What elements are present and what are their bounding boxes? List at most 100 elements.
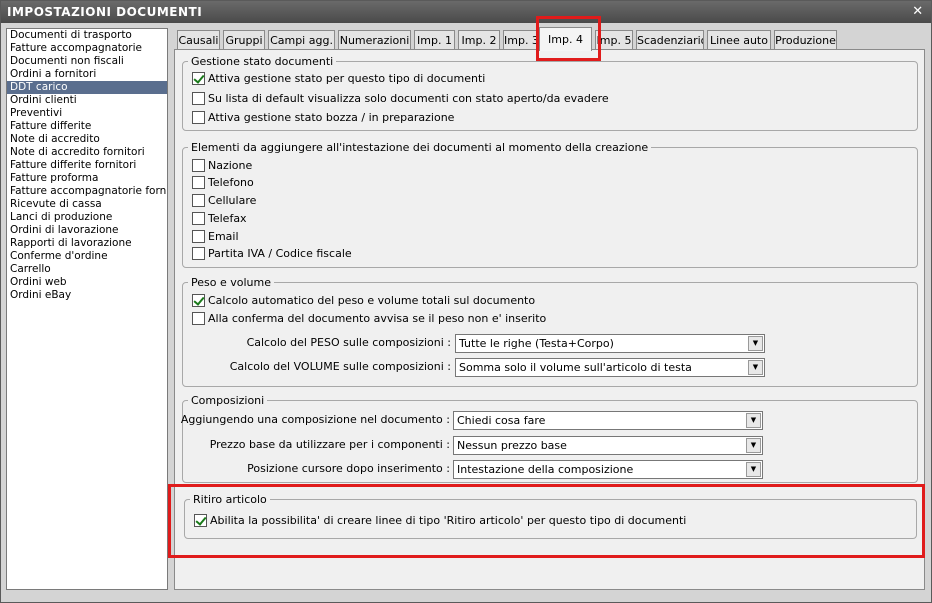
select-value: Chiedi cosa fare: [457, 414, 546, 427]
chevron-down-icon[interactable]: ▼: [746, 413, 761, 428]
checkbox-label: Su lista di default visualizza solo docu…: [208, 92, 609, 105]
tab-linee-auto[interactable]: Linee auto: [707, 30, 771, 50]
checkbox-attiva-gestione-stato[interactable]: Attiva gestione stato per questo tipo di…: [192, 72, 485, 86]
group-title: Peso e volume: [188, 276, 274, 289]
checkbox[interactable]: [192, 247, 205, 260]
doc-list-item[interactable]: Ordini clienti: [7, 94, 167, 107]
tab-causali[interactable]: Causali: [177, 30, 220, 50]
aggiungendo-label: Aggiungendo una composizione nel documen…: [180, 413, 450, 426]
checkbox-calcolo-peso-volume[interactable]: Calcolo automatico del peso e volume tot…: [192, 294, 535, 308]
checkbox-label: Partita IVA / Codice fiscale: [208, 247, 352, 260]
posizione-select[interactable]: Intestazione della composizione ▼: [453, 460, 763, 479]
tab-bar: Causali Gruppi Campi agg. Numerazioni Imp. 1…: [177, 27, 927, 51]
checkbox-nazione[interactable]: Nazione: [192, 159, 252, 173]
group-title: Elementi da aggiungere all'intestazione …: [188, 141, 652, 154]
doc-list-item[interactable]: Carrello: [7, 263, 167, 276]
tab-imp-2[interactable]: Imp. 2: [458, 30, 500, 50]
doc-list-item[interactable]: Rapporti di lavorazione: [7, 237, 167, 250]
doc-list-item[interactable]: Fatture differite: [7, 120, 167, 133]
doc-list-item[interactable]: Lanci di produzione: [7, 211, 167, 224]
chevron-down-icon[interactable]: ▼: [748, 360, 763, 375]
doc-list-item[interactable]: Ordini di lavorazione: [7, 224, 167, 237]
doc-list-item[interactable]: Conferme d'ordine: [7, 250, 167, 263]
group-intestazione: Elementi da aggiungere all'intestazione …: [182, 141, 918, 268]
doc-list-item[interactable]: Fatture accompagnatorie: [7, 42, 167, 55]
checkbox-label: Email: [208, 230, 239, 243]
checkbox-telefono[interactable]: Telefono: [192, 176, 254, 190]
group-ritiro-articolo: Ritiro articolo Abilita la possibilita' …: [184, 493, 917, 539]
checkbox[interactable]: [192, 212, 205, 225]
group-peso-volume: Peso e volume Calcolo automatico del pes…: [182, 276, 918, 387]
document-type-list[interactable]: Documenti di trasporto Fatture accompagna…: [6, 28, 168, 590]
select-value: Tutte le righe (Testa+Corpo): [459, 337, 614, 350]
checkbox-stato-bozza[interactable]: Attiva gestione stato bozza / in prepara…: [192, 111, 454, 125]
tab-campi-agg[interactable]: Campi agg.: [268, 30, 335, 50]
checkbox-label: Telefono: [208, 176, 254, 189]
select-value: Somma solo il volume sull'articolo di te…: [459, 361, 692, 374]
checkbox-label: Attiva gestione stato bozza / in prepara…: [208, 111, 455, 124]
checkbox-cellulare[interactable]: Cellulare: [192, 194, 256, 208]
doc-list-item[interactable]: Documenti non fiscali: [7, 55, 167, 68]
volume-label: Calcolo del VOLUME sulle composizioni :: [229, 360, 451, 373]
tab-produzione[interactable]: Produzione: [774, 30, 837, 50]
prezzo-select[interactable]: Nessun prezzo base ▼: [453, 436, 763, 455]
checkbox-label: Alla conferma del documento avvisa se il…: [208, 312, 547, 325]
doc-list-item[interactable]: Fatture accompagnatorie fornito: [7, 185, 167, 198]
chevron-down-icon[interactable]: ▼: [746, 438, 761, 453]
tab-imp-4[interactable]: Imp. 4: [539, 27, 592, 51]
doc-list-item[interactable]: Note di accredito fornitori: [7, 146, 167, 159]
checkbox[interactable]: [192, 294, 205, 307]
doc-list-item[interactable]: Ricevute di cassa: [7, 198, 167, 211]
checkbox[interactable]: [192, 92, 205, 105]
chevron-down-icon[interactable]: ▼: [746, 462, 761, 477]
window-title: IMPOSTAZIONI DOCUMENTI: [7, 5, 203, 19]
group-title: Gestione stato documenti: [188, 55, 337, 68]
group-title: Ritiro articolo: [190, 493, 270, 506]
checkbox[interactable]: [192, 194, 205, 207]
doc-list-item[interactable]: Ordini web: [7, 276, 167, 289]
checkbox[interactable]: [192, 312, 205, 325]
checkbox-label: Nazione: [208, 159, 253, 172]
checkbox-telefax[interactable]: Telefax: [192, 212, 247, 226]
checkbox-email[interactable]: Email: [192, 230, 239, 244]
doc-list-item[interactable]: Fatture proforma: [7, 172, 167, 185]
volume-select[interactable]: Somma solo il volume sull'articolo di te…: [455, 358, 765, 377]
checkbox[interactable]: [192, 159, 205, 172]
checkbox[interactable]: [192, 176, 205, 189]
prezzo-label: Prezzo base da utilizzare per i componen…: [209, 438, 450, 451]
chevron-down-icon[interactable]: ▼: [748, 336, 763, 351]
checkbox[interactable]: [192, 111, 205, 124]
tab-scadenziario[interactable]: Scadenziario: [636, 30, 704, 50]
tab-imp-1[interactable]: Imp. 1: [414, 30, 455, 50]
checkbox-label: Abilita la possibilita' di creare linee …: [210, 514, 687, 527]
tab-numerazioni[interactable]: Numerazioni: [338, 30, 411, 50]
doc-list-item[interactable]: Note di accredito: [7, 133, 167, 146]
tab-imp-3[interactable]: Imp. 3: [503, 30, 537, 50]
checkbox-label: Cellulare: [208, 194, 257, 207]
checkbox[interactable]: [194, 514, 207, 527]
select-value: Nessun prezzo base: [457, 439, 567, 452]
checkbox[interactable]: [192, 72, 205, 85]
checkbox-lista-default-aperto[interactable]: Su lista di default visualizza solo docu…: [192, 92, 609, 106]
select-value: Intestazione della composizione: [457, 463, 634, 476]
doc-list-item[interactable]: Fatture differite fornitori: [7, 159, 167, 172]
doc-list-item[interactable]: Preventivi: [7, 107, 167, 120]
group-composizioni: Composizioni Aggiungendo una composizion…: [180, 394, 918, 483]
checkbox[interactable]: [192, 230, 205, 243]
doc-list-item[interactable]: DDT carico: [7, 81, 167, 94]
title-bar: IMPOSTAZIONI DOCUMENTI ✕: [1, 1, 931, 23]
checkbox-label: Telefax: [208, 212, 247, 225]
close-icon[interactable]: ✕: [911, 4, 925, 20]
doc-list-item[interactable]: Documenti di trasporto: [7, 29, 167, 42]
doc-list-item[interactable]: Ordini a fornitori: [7, 68, 167, 81]
tab-imp-5[interactable]: Imp. 5: [595, 30, 633, 50]
checkbox-ritiro-articolo[interactable]: Abilita la possibilita' di creare linee …: [194, 514, 686, 528]
group-title: Composizioni: [188, 394, 268, 407]
peso-select[interactable]: Tutte le righe (Testa+Corpo) ▼: [455, 334, 765, 353]
doc-list-item[interactable]: Ordini eBay: [7, 289, 167, 302]
tab-gruppi[interactable]: Gruppi: [223, 30, 265, 50]
checkbox-partita-iva[interactable]: Partita IVA / Codice fiscale: [192, 247, 352, 261]
checkbox-avvisa-peso[interactable]: Alla conferma del documento avvisa se il…: [192, 312, 546, 326]
aggiungendo-select[interactable]: Chiedi cosa fare ▼: [453, 411, 763, 430]
checkbox-label: Attiva gestione stato per questo tipo di…: [208, 72, 486, 85]
